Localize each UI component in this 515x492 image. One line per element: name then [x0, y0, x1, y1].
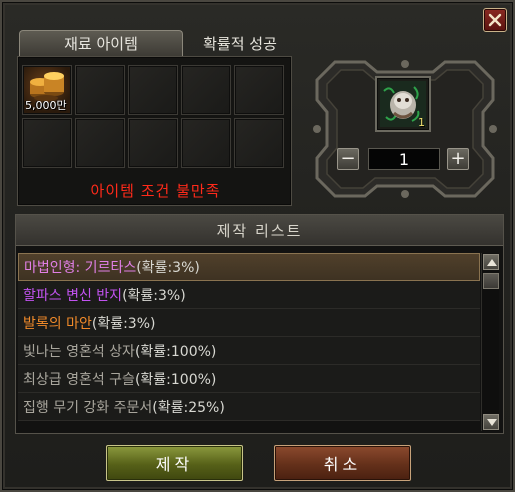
arrow-down-icon: [487, 419, 497, 426]
tab-success-rate-label: 확률적 성공: [203, 34, 277, 53]
material-quantity: 5,000만: [25, 99, 67, 112]
material-slot[interactable]: [75, 65, 125, 115]
craft-item-name: 빛나는 영혼석 상자: [23, 343, 135, 360]
craft-item-rate: (확률:3%): [122, 287, 186, 304]
craft-list-item[interactable]: 최상급 영혼석 구슬 (확률:100%): [18, 365, 480, 393]
cancel-button[interactable]: 취소: [274, 445, 411, 481]
craft-item-name: 발록의 마안: [23, 315, 92, 332]
material-slot[interactable]: [75, 118, 125, 168]
close-icon: [488, 13, 502, 27]
craft-list: 마법인형: 기르타스 (확률:3%) 할파스 변신 반지 (확률:3%) 발록의…: [18, 253, 480, 421]
arrow-up-icon: [487, 259, 497, 266]
increase-quantity-button[interactable]: +: [447, 148, 469, 170]
craft-list-item[interactable]: 할파스 변신 반지 (확률:3%): [18, 281, 480, 309]
craft-item-rate: (확률:100%): [134, 343, 217, 360]
material-panel: 5,000만 아이템 조건 불만족: [17, 56, 292, 206]
result-item-count: 1: [418, 116, 425, 129]
tab-materials-label: 재료 아이템: [64, 35, 138, 53]
craft-list-item[interactable]: 집행 무기 강화 주문서 (확률:25%): [18, 393, 480, 421]
material-slot[interactable]: 5,000만: [22, 65, 72, 115]
craft-item-rate: (확률:3%): [91, 315, 156, 332]
material-slot[interactable]: [181, 65, 231, 115]
quantity-input[interactable]: [368, 148, 440, 170]
scroll-down-button[interactable]: [483, 414, 499, 430]
craft-item-name: 최상급 영혼석 구슬: [23, 371, 135, 388]
craft-list-item[interactable]: 빛나는 영혼석 상자 (확률:100%): [18, 337, 480, 365]
material-slot[interactable]: [234, 65, 284, 115]
scroll-up-button[interactable]: [483, 254, 499, 270]
craft-item-name: 할파스 변신 반지: [23, 287, 123, 304]
crafting-window: 재료 아이템 확률적 성공 5,000만 아이템 조건 불만족 1 − 1 + …: [0, 0, 515, 492]
craft-item-name: 집행 무기 강화 주문서: [23, 399, 153, 416]
material-slot[interactable]: [128, 65, 178, 115]
tab-success-rate[interactable]: 확률적 성공: [188, 30, 292, 56]
close-button[interactable]: [483, 8, 507, 32]
craft-list-scrollbar[interactable]: [481, 253, 499, 431]
craft-list-header: 제작 리스트: [16, 215, 503, 246]
decrease-quantity-button[interactable]: −: [337, 148, 359, 170]
craft-item-rate: (확률:25%): [152, 399, 225, 416]
craft-list-panel: 제작 리스트 마법인형: 기르타스 (확률:3%) 할파스 변신 반지 (확률:…: [15, 214, 504, 434]
craft-list-item[interactable]: 발록의 마안 (확률:3%): [18, 309, 480, 337]
material-slot[interactable]: [181, 118, 231, 168]
material-slot-grid: 5,000만: [22, 65, 287, 168]
scroll-thumb[interactable]: [483, 273, 499, 289]
craft-item-rate: (확률:3%): [136, 260, 200, 276]
craft-item-rate: (확률:100%): [134, 371, 217, 388]
material-slot[interactable]: [22, 118, 72, 168]
material-slot[interactable]: [128, 118, 178, 168]
tab-materials[interactable]: 재료 아이템: [19, 30, 183, 56]
craft-button[interactable]: 제작: [106, 445, 243, 481]
result-frame: 1 − +: [307, 54, 503, 204]
material-slot[interactable]: [234, 118, 284, 168]
condition-warning: 아이템 조건 불만족: [90, 182, 221, 200]
result-item-slot[interactable]: 1: [375, 76, 431, 132]
craft-list-item[interactable]: 마법인형: 기르타스 (확률:3%): [18, 253, 480, 281]
craft-item-name: 마법인형: 기르타스: [24, 260, 137, 276]
